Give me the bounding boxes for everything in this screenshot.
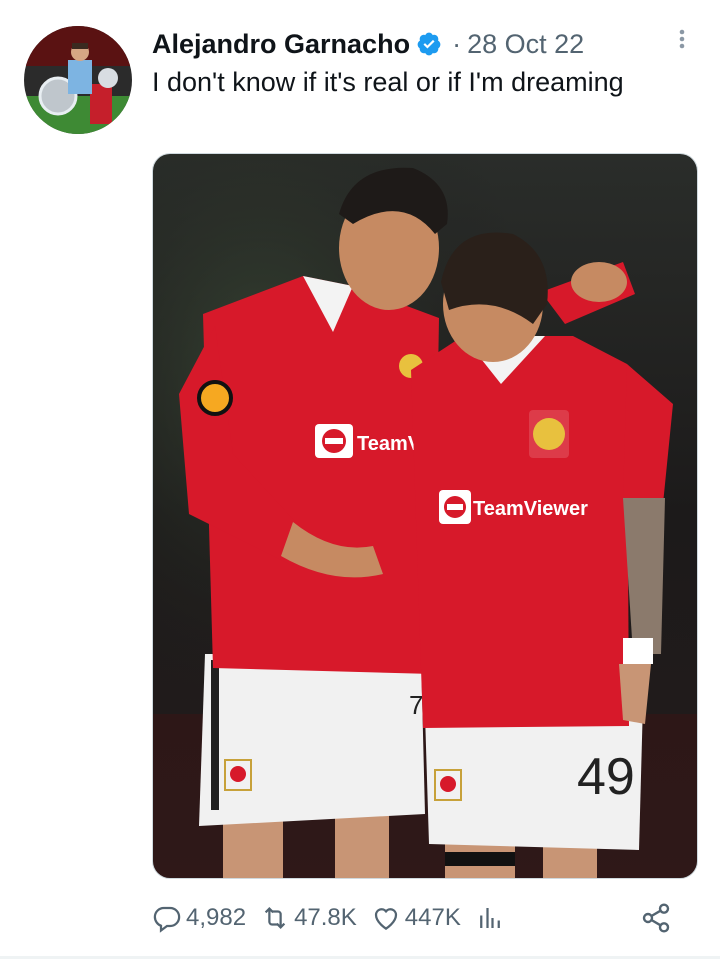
svg-text:7: 7 [409,690,423,720]
like-button[interactable]: 447K [371,903,461,933]
views-chart-icon [479,908,500,928]
reply-icon [153,906,181,933]
reply-button[interactable]: 4,982 [152,903,246,933]
repost-icon [264,907,286,929]
right-player-number: 49 [577,748,635,806]
repost-count: 47.8K [294,904,357,931]
repost-button[interactable]: 47.8K [260,903,357,933]
views-button[interactable] [475,903,509,933]
verified-badge-icon[interactable] [416,31,442,57]
author-name[interactable]: Alejandro Garnacho [152,29,410,60]
tweet-photo[interactable]: 7 TeamViewer 49 TeamViewer [152,153,698,879]
heart-icon [374,908,397,930]
reply-count: 4,982 [186,904,247,931]
more-vertical-icon[interactable] [672,24,692,54]
separator-dot: · [452,28,462,59]
share-icon[interactable] [640,902,672,934]
avatar[interactable] [24,26,132,134]
like-count: 447K [404,904,461,931]
tweet-actions: 4,982 47.8K 447K [152,898,696,938]
right-jersey-sponsor: TeamViewer [473,498,588,520]
tweet-date[interactable]: 28 Oct 22 [467,29,584,60]
tweet-header: Alejandro Garnacho · 28 Oct 22 [152,24,696,64]
tweet-text: I don't know if it's real or if I'm drea… [152,67,624,97]
